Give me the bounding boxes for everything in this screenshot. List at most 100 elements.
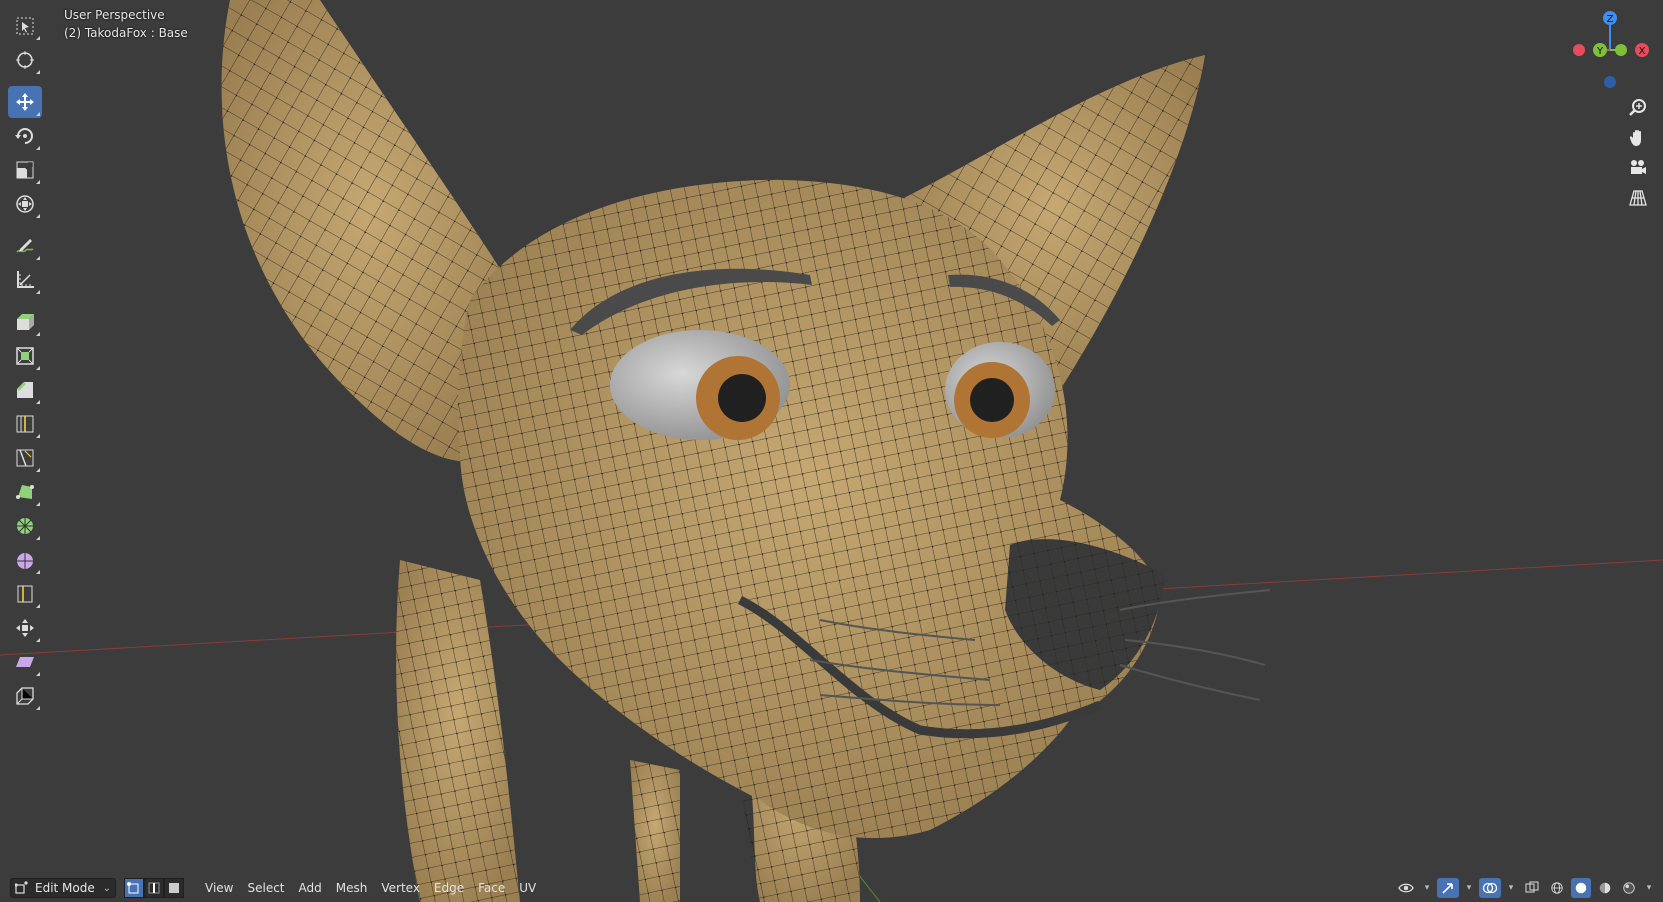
grid-perspective-icon (1629, 190, 1647, 206)
pan-button[interactable] (1624, 124, 1652, 152)
zoom-button[interactable] (1624, 94, 1652, 122)
select-box-tool[interactable] (8, 10, 42, 42)
shear-icon (16, 657, 34, 667)
corner-expand-icon (36, 570, 40, 574)
menu-vertex[interactable]: Vertex (374, 878, 427, 898)
perspective-toggle-button[interactable] (1624, 184, 1652, 212)
visibility-button[interactable] (1395, 878, 1417, 898)
gizmo-x-label: X (1639, 46, 1646, 57)
toolbar-separator (8, 222, 46, 228)
cursor-icon (16, 51, 34, 69)
camera-view-button[interactable] (1624, 154, 1652, 182)
corner-expand-icon (36, 604, 40, 608)
move-icon (16, 93, 34, 111)
gizmo-z-label: Z (1607, 14, 1614, 25)
spin-icon (17, 518, 33, 534)
menu-mesh[interactable]: Mesh (329, 878, 375, 898)
vertex-select-button[interactable] (124, 878, 144, 898)
bevel-icon (17, 382, 33, 398)
navigation-gizmo[interactable]: Z Y X (1565, 8, 1655, 98)
scale-tool[interactable] (8, 154, 42, 186)
gizmo-neg-x[interactable] (1573, 44, 1585, 56)
knife-icon (16, 449, 34, 467)
rip-region-tool[interactable] (8, 680, 42, 712)
shading-material-button[interactable] (1595, 878, 1615, 898)
gizmo-toggle-button[interactable] (1437, 878, 1459, 898)
corner-expand-icon (36, 672, 40, 676)
3d-viewport[interactable]: User Perspective (2) TakodaFox : Base Z … (0, 0, 1663, 902)
menu-add[interactable]: Add (292, 878, 329, 898)
smooth-tool[interactable] (8, 544, 42, 576)
menu-view[interactable]: View (198, 878, 240, 898)
loop-cut-icon (16, 415, 34, 433)
extrude-icon (17, 314, 34, 330)
zoom-icon (1629, 99, 1646, 116)
move-tool[interactable] (8, 86, 42, 118)
poly-build-tool[interactable] (8, 476, 42, 508)
menu-face[interactable]: Face (471, 878, 512, 898)
vertex-select-icon (127, 882, 139, 894)
xray-toggle-button[interactable] (1521, 878, 1543, 898)
chevron-down-icon[interactable]: ▾ (1421, 878, 1433, 898)
edge-slide-tool[interactable] (8, 578, 42, 610)
corner-expand-icon (36, 468, 40, 472)
inset-faces-tool[interactable] (8, 340, 42, 372)
annotate-icon (16, 239, 34, 253)
menu-uv[interactable]: UV (512, 878, 543, 898)
knife-tool[interactable] (8, 442, 42, 474)
menu-select[interactable]: Select (240, 878, 291, 898)
shading-wireframe-button[interactable] (1547, 878, 1567, 898)
bevel-tool[interactable] (8, 374, 42, 406)
viewport-nav-tools (1624, 92, 1654, 214)
viewport-header: Edit Mode ⌄ View Select Add Mesh Vertex … (0, 874, 1663, 902)
rotate-tool[interactable] (8, 120, 42, 152)
mode-selector[interactable]: Edit Mode ⌄ (10, 878, 116, 898)
shading-rendered-button[interactable] (1619, 878, 1639, 898)
corner-expand-icon (36, 434, 40, 438)
corner-expand-icon (36, 112, 40, 116)
toolbar-separator (8, 78, 46, 84)
overlays-button[interactable] (1479, 878, 1501, 898)
shear-tool[interactable] (8, 646, 42, 678)
face-select-icon (169, 883, 179, 893)
annotate-tool[interactable] (8, 230, 42, 262)
material-shading-icon (1599, 882, 1611, 894)
edge-select-icon (148, 882, 160, 894)
poly-build-icon (16, 485, 34, 499)
mode-label: Edit Mode (35, 881, 95, 895)
extrude-region-tool[interactable] (8, 306, 42, 338)
corner-expand-icon (36, 36, 40, 40)
measure-icon (17, 271, 34, 288)
shrink-fatten-tool[interactable] (8, 612, 42, 644)
gizmo-y-pos[interactable] (1615, 44, 1627, 56)
gizmo-neg-z[interactable] (1604, 76, 1616, 88)
shading-solid-button[interactable] (1571, 878, 1591, 898)
chevron-down-icon[interactable]: ▾ (1643, 878, 1655, 898)
edge-select-button[interactable] (144, 878, 164, 898)
scale-icon (16, 161, 34, 179)
loop-cut-tool[interactable] (8, 408, 42, 440)
edge-slide-icon (17, 585, 33, 603)
chevron-down-icon[interactable]: ▾ (1505, 878, 1517, 898)
solid-shading-icon (1575, 882, 1587, 894)
camera-icon (1631, 160, 1646, 174)
corner-expand-icon (36, 180, 40, 184)
corner-expand-icon (36, 290, 40, 294)
inset-icon (16, 347, 34, 365)
cursor-tool[interactable] (8, 44, 42, 76)
hand-icon (1629, 130, 1641, 146)
corner-expand-icon (36, 332, 40, 336)
measure-tool[interactable] (8, 264, 42, 296)
transform-tool[interactable] (8, 188, 42, 220)
mesh-scene[interactable] (0, 0, 1663, 902)
view-name-label: User Perspective (64, 8, 165, 22)
rotate-icon (15, 128, 33, 144)
spin-tool[interactable] (8, 510, 42, 542)
chevron-down-icon[interactable]: ▾ (1463, 878, 1475, 898)
menu-edge[interactable]: Edge (427, 878, 471, 898)
viewport-right-controls: ▾ ▾ ▾ ▾ (1395, 878, 1655, 898)
corner-expand-icon (36, 536, 40, 540)
xray-icon (1525, 881, 1539, 893)
chevron-down-icon: ⌄ (102, 882, 111, 894)
face-select-button[interactable] (164, 878, 184, 898)
